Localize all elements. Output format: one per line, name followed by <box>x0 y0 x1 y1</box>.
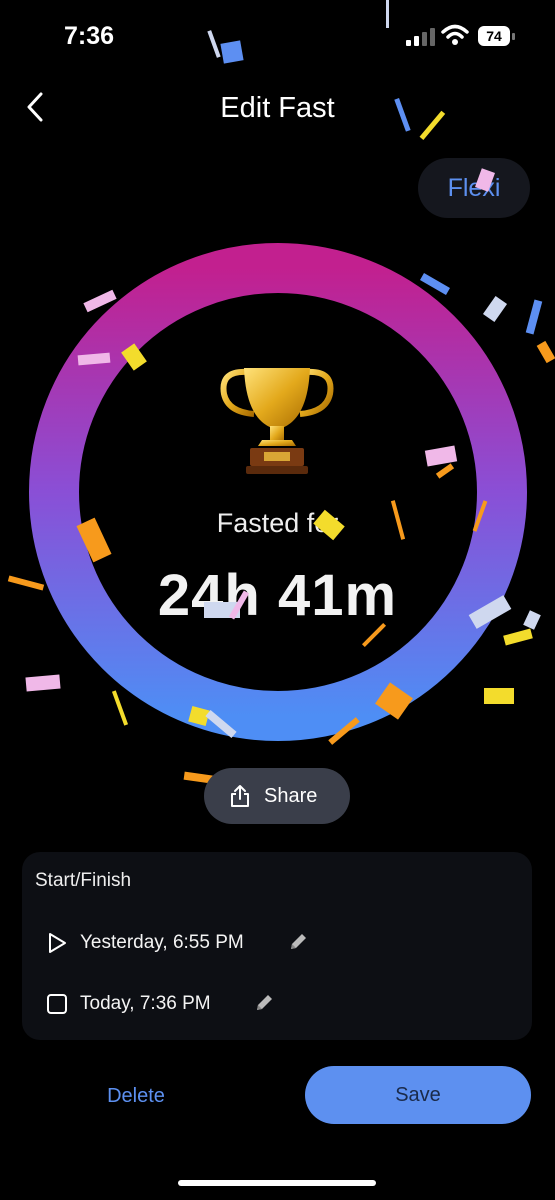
battery-indicator: 74 <box>478 26 518 48</box>
stop-icon <box>47 994 67 1014</box>
battery-tip <box>512 33 515 40</box>
page-title: Edit Fast <box>220 92 335 124</box>
share-icon <box>231 785 249 807</box>
wifi-icon <box>441 24 469 45</box>
start-finish-card: Start/Finish Yesterday, 6:55 PM Today, 7… <box>22 852 532 1040</box>
save-button[interactable]: Save <box>305 1066 531 1124</box>
progress-ring <box>28 242 528 742</box>
trophy-icon <box>220 368 334 474</box>
fasting-plan-button[interactable]: Flexi <box>418 158 530 218</box>
finish-time-label: Today, 7:36 PM <box>80 993 211 1014</box>
nav-bar: Edit Fast <box>0 80 555 140</box>
fasted-label: Fasted for <box>216 508 339 538</box>
start-time-label: Yesterday, 6:55 PM <box>80 932 244 953</box>
delete-button[interactable]: Delete <box>60 1068 212 1124</box>
home-indicator[interactable] <box>178 1180 376 1186</box>
pencil-icon[interactable] <box>254 993 274 1013</box>
share-button[interactable]: Share <box>204 768 350 824</box>
card-title: Start/Finish <box>35 870 132 891</box>
status-bar: 7:36 74 <box>0 0 555 70</box>
share-label: Share <box>264 785 318 807</box>
pencil-icon[interactable] <box>288 932 308 952</box>
fasted-duration: 24h 41m <box>157 563 398 628</box>
status-time: 7:36 <box>64 22 115 50</box>
battery-level: 74 <box>478 26 510 46</box>
cellular-signal-icon <box>406 28 435 46</box>
play-icon <box>49 933 66 953</box>
